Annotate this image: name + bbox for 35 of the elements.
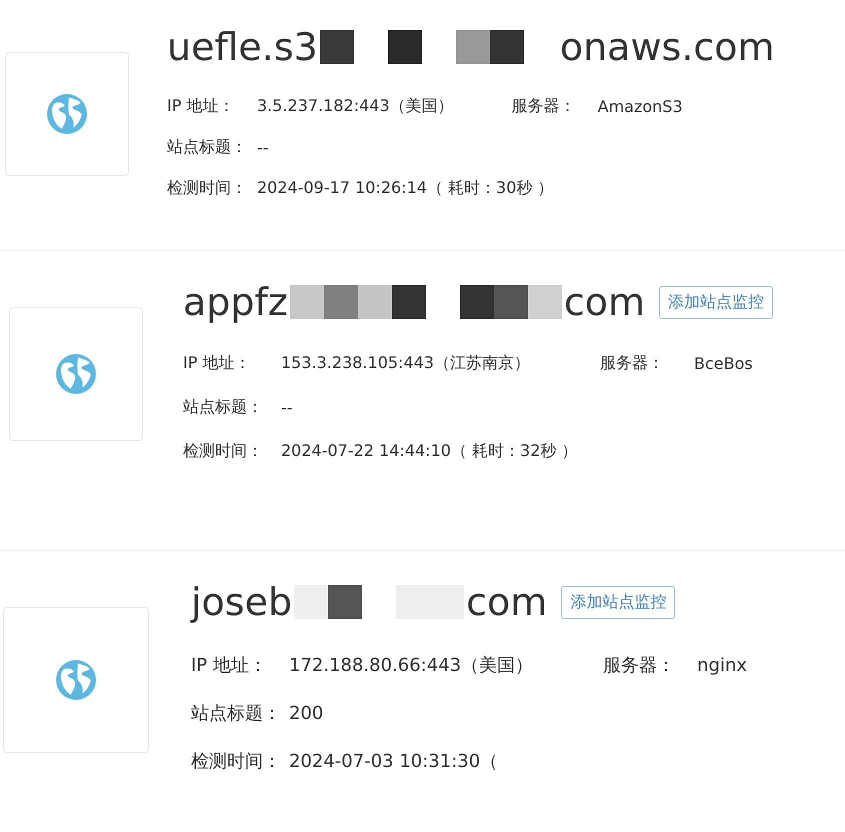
- domain-name: appfz: [183, 280, 288, 324]
- check-time: 2024-07-22 14:44:10（ 耗时：32秒 ）: [281, 440, 578, 462]
- domain-name: onaws.com: [560, 25, 775, 69]
- ip-address: 172.188.80.66:443（美国）: [289, 654, 534, 677]
- globe-icon: [46, 93, 88, 135]
- server-name: BceBos: [694, 354, 753, 372]
- check-time: 2024-09-17 10:26:14（ 耗时：30秒 ）: [257, 178, 554, 199]
- field-label: 站点标题：: [183, 396, 264, 418]
- site-title: --: [257, 138, 269, 157]
- domain-name: uefle.s3: [167, 25, 318, 69]
- globe-icon: [55, 659, 97, 701]
- field-label: 服务器：: [603, 654, 676, 677]
- field-label: IP 地址：: [183, 352, 252, 374]
- field-label: 站点标题：: [191, 702, 282, 725]
- field-label: 检测时间：: [191, 750, 282, 773]
- domain-name: com: [466, 580, 548, 624]
- field-label: 检测时间：: [183, 440, 264, 462]
- check-time: 2024-07-03 10:31:30（: [289, 750, 498, 773]
- globe-icon: [55, 353, 97, 395]
- ip-address: 153.3.238.105:443（江苏南京）: [281, 352, 530, 374]
- add-monitor-button[interactable]: 添加站点监控: [659, 286, 774, 318]
- ip-address: 3.5.237.182:443（美国）: [257, 96, 454, 117]
- field-label: IP 地址：: [191, 654, 268, 677]
- server-name: AmazonS3: [598, 97, 683, 116]
- field-label: IP 地址：: [167, 96, 236, 117]
- site-title: 200: [289, 702, 324, 724]
- add-monitor-button[interactable]: 添加站点监控: [561, 586, 676, 618]
- field-label: 检测时间：: [167, 178, 248, 199]
- domain-name: joseb: [191, 580, 292, 624]
- field-label: 服务器：: [600, 352, 665, 374]
- site-title: --: [281, 398, 293, 416]
- field-label: 站点标题：: [167, 137, 248, 158]
- field-label: 服务器：: [512, 96, 577, 117]
- server-name: nginx: [697, 654, 748, 676]
- domain-name: com: [564, 280, 646, 324]
